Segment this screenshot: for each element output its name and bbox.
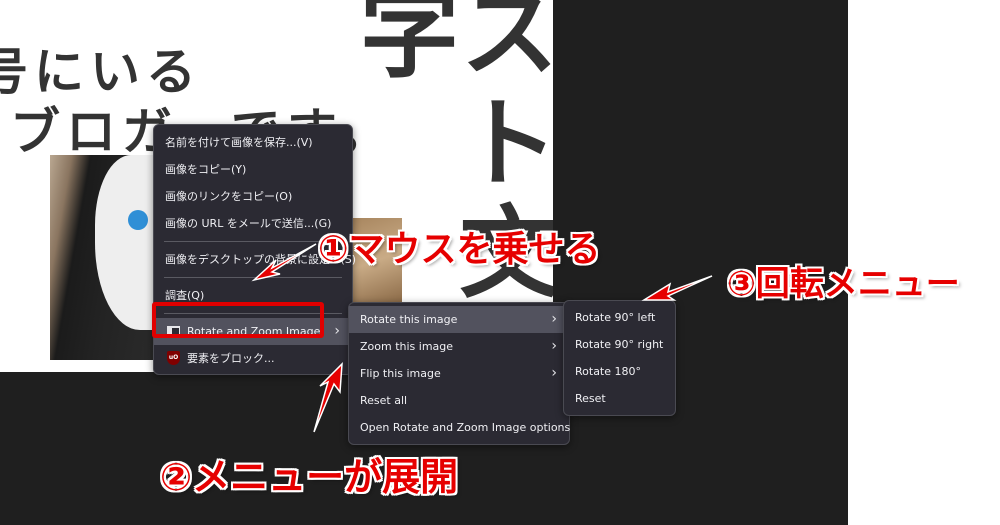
rotate-submenu: Rotate 90° left Rotate 90° right Rotate … [563,300,676,416]
profile-photo[interactable] [50,155,160,360]
ublock-origin-icon: uO [167,351,180,365]
annotation-step-1: ①マウスを乗せる [318,229,601,270]
menu-item-copy-image[interactable]: 画像をコピー(Y) [154,156,352,183]
menu-item-label: Flip this image [360,367,441,380]
photo-badge [128,210,148,230]
annotation-arrow-2 [313,362,343,433]
menu-item-label: Zoom this image [360,340,454,353]
rotate-item-90-right[interactable]: Rotate 90° right [564,331,675,358]
annotation-step-3: ③回転メニュー [727,264,960,304]
submenu-item-reset-all[interactable]: Reset all [349,387,569,414]
chevron-right-icon: › [334,323,340,339]
menu-item-save-image[interactable]: 名前を付けて画像を保存...(V) [154,129,352,156]
rotate-item-180[interactable]: Rotate 180° [564,358,675,385]
chevron-right-icon: › [551,311,557,327]
photo-shirt [95,155,160,330]
chevron-right-icon: › [551,365,557,381]
highlight-box [152,302,324,338]
chevron-right-icon: › [551,338,557,354]
menu-item-label: Rotate this image [360,313,458,326]
annotation-arrow-1 [251,243,317,282]
submenu-item-flip-this-image[interactable]: Flip this image › [349,360,569,387]
rotate-item-reset[interactable]: Reset [564,385,675,412]
annotation-arrow-3 [641,275,713,301]
submenu-item-zoom-this-image[interactable]: Zoom this image › [349,333,569,360]
submenu-item-rotate-this-image[interactable]: Rotate this image › [349,306,569,333]
menu-item-copy-image-link[interactable]: 画像のリンクをコピー(O) [154,183,352,210]
rotate-item-90-left[interactable]: Rotate 90° left [564,304,675,331]
submenu-item-open-options[interactable]: Open Rotate and Zoom Image options [349,414,570,441]
rotate-zoom-submenu: Rotate this image › Zoom this image › Fl… [348,302,570,445]
annotation-step-2: ②メニューが展開 [160,455,459,499]
menu-item-label: 要素をブロック... [187,352,275,365]
